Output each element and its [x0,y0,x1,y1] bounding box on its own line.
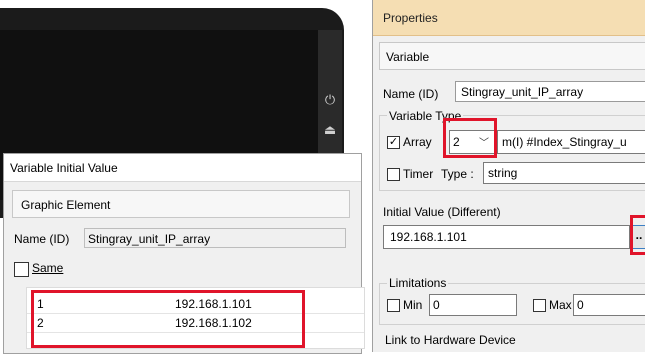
timer-label: Timer [403,167,434,181]
max-input[interactable]: 0 [573,294,645,316]
name-label: Name (ID) [383,87,439,101]
max-label: Max [549,298,572,312]
array-label: Array [403,135,432,149]
name-input[interactable]: Stingray_unit_IP_array [455,81,645,102]
timer-checkbox[interactable] [387,168,400,181]
highlight-box-browse [630,215,645,255]
variable-initial-value-dialog: Variable Initial Value Graphic Element N… [3,153,365,354]
max-checkbox[interactable] [533,299,546,312]
check-icon: ✓ [388,136,399,148]
type-label: Type : [441,167,474,181]
link-hardware-label: Link to Hardware Device [385,333,516,347]
initial-value-label: Initial Value (Different) [383,205,501,219]
index-variable-combo[interactable]: m(I) #Index_Stingray_u [497,130,645,154]
same-checkbox[interactable] [14,262,29,277]
limitations-label: Limitations [387,276,449,290]
min-input[interactable]: 0 [429,294,517,316]
same-label[interactable]: Same [32,261,63,275]
power-icon[interactable]: ⏻ [318,92,342,108]
panel-title: Properties [373,0,645,36]
highlight-box-array [443,118,497,158]
min-checkbox[interactable] [387,299,400,312]
variable-section: Variable [379,42,645,70]
name-label: Name (ID) [14,232,70,246]
type-combo[interactable]: string [483,162,645,184]
dialog-title: Variable Initial Value [4,154,361,182]
graphic-element-group: Graphic Element [12,190,350,218]
highlight-box-table [31,290,305,348]
name-field[interactable]: Stingray_unit_IP_array [84,228,346,248]
eject-icon[interactable]: ⏏ [318,122,342,138]
array-checkbox[interactable]: ✓ [387,136,400,149]
initial-value-input[interactable]: 192.168.1.101 [383,225,630,249]
min-label: Min [403,298,423,312]
properties-panel: Properties Variable Name (ID) Stingray_u… [372,0,645,352]
